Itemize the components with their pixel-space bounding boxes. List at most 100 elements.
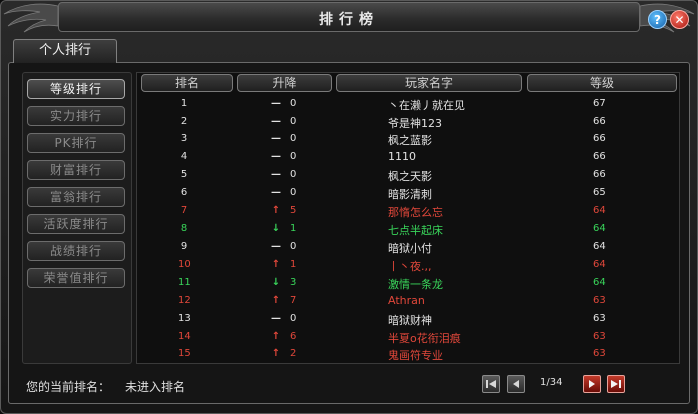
player-name: 半夏o花衔泪痕 bbox=[388, 332, 461, 345]
sidebar-item-activity[interactable]: 活跃度排行 bbox=[27, 214, 125, 234]
wing-ornament-left-icon bbox=[3, 3, 59, 33]
level-value: 63 bbox=[593, 313, 606, 324]
rank-change-icon: — bbox=[271, 98, 281, 109]
rank-change-icon: — bbox=[271, 241, 281, 252]
page-indicator: 1/34 bbox=[540, 377, 563, 388]
last-page-button[interactable] bbox=[607, 375, 625, 393]
rank-value: 9 bbox=[180, 241, 188, 252]
sidebar-item-strength[interactable]: 实力排行 bbox=[27, 106, 125, 126]
level-value: 67 bbox=[593, 98, 606, 109]
column-header-player-name[interactable]: 玩家名字 bbox=[336, 74, 522, 92]
rank-value: 4 bbox=[180, 151, 188, 162]
rank-change-icon: — bbox=[271, 151, 281, 162]
player-name: 丨丶夜.,, bbox=[388, 260, 432, 273]
prev-page-icon bbox=[513, 380, 519, 388]
rank-change-icon: — bbox=[271, 169, 281, 180]
rank-change-value: 3 bbox=[290, 277, 297, 288]
level-value: 66 bbox=[593, 133, 606, 144]
rank-change-value: 1 bbox=[290, 259, 297, 270]
table-row[interactable]: 13 — 0 暗狱财神 63 bbox=[138, 311, 678, 328]
rank-value: 8 bbox=[180, 223, 188, 234]
player-name: 枫之天影 bbox=[388, 170, 432, 183]
column-header-level[interactable]: 等级 bbox=[527, 74, 677, 92]
sidebar-item-battle-record[interactable]: 战绩排行 bbox=[27, 241, 125, 261]
rank-down-icon: ↓ bbox=[271, 223, 281, 234]
player-name: 七点半起床 bbox=[388, 224, 443, 237]
sidebar-item-level[interactable]: 等级排行 bbox=[27, 79, 125, 99]
rank-value: 12 bbox=[178, 295, 191, 306]
tab-personal-ranking[interactable]: 个人排行 bbox=[13, 39, 117, 63]
rank-change-icon: — bbox=[271, 313, 281, 324]
sidebar-item-pk[interactable]: PK排行 bbox=[27, 133, 125, 153]
rank-up-icon: ↑ bbox=[271, 259, 281, 270]
level-value: 66 bbox=[593, 116, 606, 127]
rank-value: 6 bbox=[180, 187, 188, 198]
help-icon: ? bbox=[654, 12, 661, 27]
rank-change-icon: — bbox=[271, 187, 281, 198]
level-value: 66 bbox=[593, 169, 606, 180]
table-row[interactable]: 15 ↑ 2 鬼画符专业 63 bbox=[138, 346, 678, 363]
table-row[interactable]: 14 ↑ 6 半夏o花衔泪痕 63 bbox=[138, 329, 678, 346]
rank-up-icon: ↑ bbox=[271, 295, 281, 306]
rank-value: 1 bbox=[180, 98, 188, 109]
rank-up-icon: ↑ bbox=[271, 331, 281, 342]
rank-down-icon: ↓ bbox=[271, 277, 281, 288]
player-name: 枫之蓝影 bbox=[388, 134, 432, 147]
player-name: 1110 bbox=[388, 150, 416, 163]
rank-change-value: 5 bbox=[290, 205, 297, 216]
table-row[interactable]: 9 — 0 暗狱小付 64 bbox=[138, 239, 678, 256]
rank-value: 3 bbox=[180, 133, 188, 144]
next-page-button[interactable] bbox=[583, 375, 601, 393]
table-row[interactable]: 7 ↑ 5 那惰怎么忘 64 bbox=[138, 203, 678, 220]
title-bar[interactable]: 排行榜 bbox=[58, 2, 640, 32]
prev-page-button[interactable] bbox=[507, 375, 525, 393]
player-name: 暗狱小付 bbox=[388, 242, 432, 255]
sidebar-item-honor[interactable]: 荣誉值排行 bbox=[27, 268, 125, 288]
table-row[interactable]: 1 — 0 丶在濑丿就在见 67 bbox=[138, 96, 678, 113]
table-row[interactable]: 2 — 0 爷是神123 66 bbox=[138, 114, 678, 131]
player-name: 激情一条龙 bbox=[388, 278, 443, 291]
rank-change-value: 0 bbox=[290, 116, 297, 127]
player-name: 爷是神123 bbox=[388, 117, 442, 130]
table-row[interactable]: 6 — 0 暗影清刺 65 bbox=[138, 185, 678, 202]
first-page-icon bbox=[486, 380, 496, 388]
rank-change-value: 0 bbox=[290, 169, 297, 180]
column-header-change[interactable]: 升降 bbox=[237, 74, 332, 92]
window-title: 排行榜 bbox=[319, 12, 379, 28]
sidebar-item-wealth[interactable]: 财富排行 bbox=[27, 160, 125, 180]
rank-change-value: 0 bbox=[290, 133, 297, 144]
rank-change-value: 7 bbox=[290, 295, 297, 306]
rank-change-value: 0 bbox=[290, 187, 297, 198]
table-row[interactable]: 12 ↑ 7 Athran 63 bbox=[138, 293, 678, 310]
close-button[interactable]: ✕ bbox=[670, 10, 689, 29]
player-name: 丶在濑丿就在见 bbox=[388, 99, 465, 112]
table-row[interactable]: 4 — 0 1110 66 bbox=[138, 149, 678, 166]
rank-value: 5 bbox=[180, 169, 188, 180]
table-row[interactable]: 3 — 0 枫之蓝影 66 bbox=[138, 131, 678, 148]
rank-change-value: 1 bbox=[290, 223, 297, 234]
player-name: 暗影清刺 bbox=[388, 188, 432, 201]
table-row[interactable]: 8 ↓ 1 七点半起床 64 bbox=[138, 221, 678, 238]
level-value: 64 bbox=[593, 223, 606, 234]
wing-ornament-right-icon bbox=[639, 3, 695, 33]
level-value: 65 bbox=[593, 187, 606, 198]
rank-change-value: 2 bbox=[290, 348, 297, 359]
rank-up-icon: ↑ bbox=[271, 348, 281, 359]
rank-value: 13 bbox=[178, 313, 191, 324]
sidebar-item-rich[interactable]: 富翁排行 bbox=[27, 187, 125, 207]
first-page-button[interactable] bbox=[482, 375, 500, 393]
column-header-rank[interactable]: 排名 bbox=[141, 74, 233, 92]
help-button[interactable]: ? bbox=[648, 10, 667, 29]
next-page-icon bbox=[589, 380, 595, 388]
level-value: 63 bbox=[593, 295, 606, 306]
table-row[interactable]: 5 — 0 枫之天影 66 bbox=[138, 167, 678, 184]
rank-change-value: 0 bbox=[290, 313, 297, 324]
player-name: 鬼画符专业 bbox=[388, 349, 443, 362]
table-row[interactable]: 10 ↑ 1 丨丶夜.,, 64 bbox=[138, 257, 678, 274]
table-row[interactable]: 11 ↓ 3 激情一条龙 64 bbox=[138, 275, 678, 292]
rank-change-icon: — bbox=[271, 116, 281, 127]
rank-change-value: 0 bbox=[290, 151, 297, 162]
level-value: 64 bbox=[593, 259, 606, 270]
rank-up-icon: ↑ bbox=[271, 205, 281, 216]
level-value: 64 bbox=[593, 241, 606, 252]
